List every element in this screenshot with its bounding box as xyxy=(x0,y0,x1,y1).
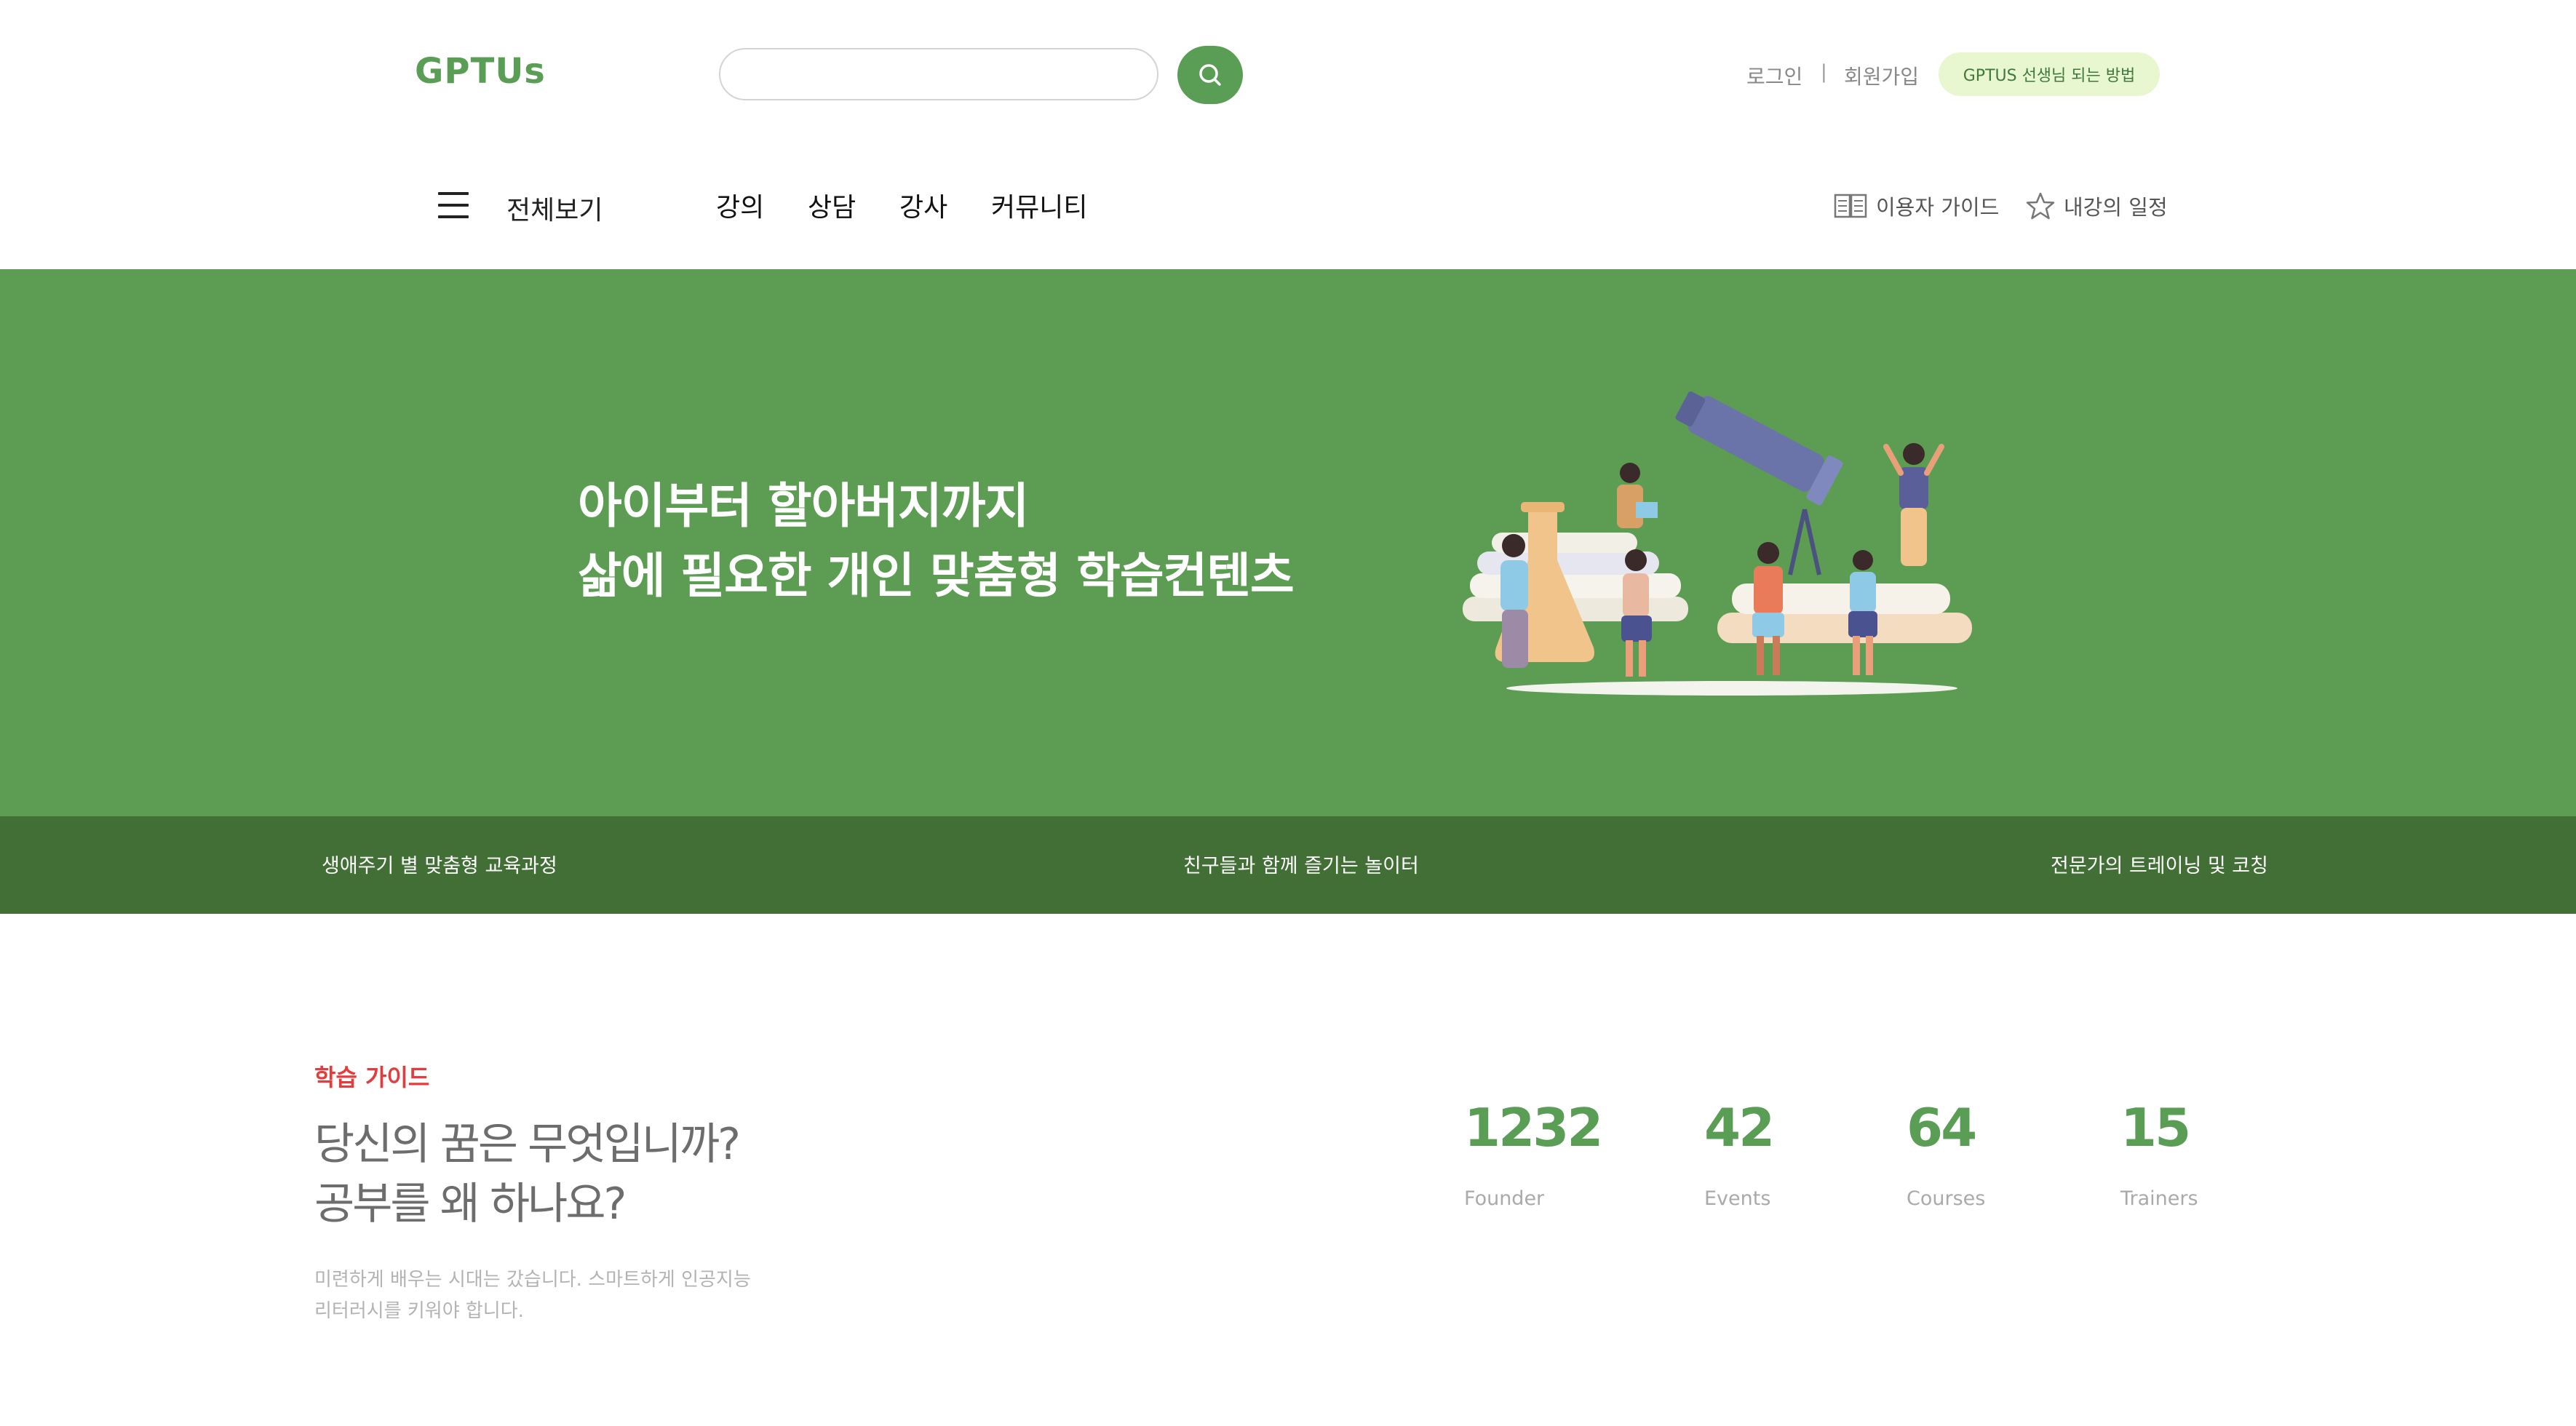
become-teacher-button[interactable]: GPTUS 선생님 되는 방법 xyxy=(1939,52,2160,96)
stat-courses-label: Courses xyxy=(1907,1187,1986,1210)
hero-title: 아이부터 할아버지까지 삶에 필요한 개인 맞춤형 학습컨텐츠 xyxy=(578,471,1295,611)
all-view-menu[interactable]: 전체보기 xyxy=(506,189,603,227)
stat-trainers-label: Trainers xyxy=(2120,1187,2198,1210)
hero-title-line-1: 아이부터 할아버지까지 xyxy=(578,478,1029,534)
hero-title-line-2: 삶에 필요한 개인 맞춤형 학습컨텐츠 xyxy=(578,548,1295,604)
star-icon xyxy=(2026,192,2055,220)
nav-item-lectures[interactable]: 강의 xyxy=(716,186,764,224)
search-icon xyxy=(1199,64,1221,86)
headline-line-2: 공부를 왜 하나요? xyxy=(314,1179,627,1230)
user-guide-label: 이용자 가이드 xyxy=(1876,195,2000,220)
description-line-1: 미련하게 배우는 시대는 갔습니다. 스마트하게 인공지능 xyxy=(314,1269,751,1291)
hero-illustration xyxy=(1463,391,1972,696)
my-schedule-link[interactable]: 내강의 일정 xyxy=(2026,191,2168,221)
hamburger-menu-icon[interactable] xyxy=(438,192,469,218)
stat-events-value: 42 xyxy=(1704,1097,1775,1158)
band-item-lifecycle-courses[interactable]: 생애주기 별 맞춤형 교육과정 xyxy=(322,850,557,878)
nav-item-community[interactable]: 커뮤니티 xyxy=(991,186,1087,224)
signup-link[interactable]: 회원가입 xyxy=(1844,61,1919,90)
section-headline: 당신의 꿈은 무엇입니까? 공부를 왜 하나요? xyxy=(314,1115,741,1234)
stat-events-label: Events xyxy=(1704,1187,1771,1210)
section-description: 미련하게 배우는 시대는 갔습니다. 스마트하게 인공지능 리터러시를 키워야 … xyxy=(314,1264,751,1327)
book-icon xyxy=(1834,194,1867,218)
user-guide-link[interactable]: 이용자 가이드 xyxy=(1834,191,1999,221)
headline-line-1: 당신의 꿈은 무엇입니까? xyxy=(314,1119,741,1170)
stat-founder-value: 1232 xyxy=(1464,1097,1603,1158)
stat-courses-value: 64 xyxy=(1907,1097,1977,1158)
stat-trainers-value: 15 xyxy=(2120,1097,2191,1158)
my-schedule-label: 내강의 일정 xyxy=(2064,195,2168,220)
login-link[interactable]: 로그인 xyxy=(1746,61,1802,90)
stat-founder-label: Founder xyxy=(1464,1187,1545,1210)
nav-item-instructors[interactable]: 강사 xyxy=(899,186,947,224)
login-signup-separator: | xyxy=(1821,61,1827,83)
site-logo[interactable]: GPTUs xyxy=(415,51,546,92)
search-input[interactable] xyxy=(719,48,1158,100)
description-line-2: 리터러시를 키워야 합니다. xyxy=(314,1300,524,1322)
nav-item-counseling[interactable]: 상담 xyxy=(808,186,856,224)
section-kicker: 학습 가이드 xyxy=(314,1064,430,1091)
band-item-expert-coaching[interactable]: 전문가의 트레이닝 및 코칭 xyxy=(2051,850,2268,878)
band-item-playground[interactable]: 친구들과 함께 즐기는 놀이터 xyxy=(1183,850,1419,878)
search-button[interactable] xyxy=(1177,46,1243,104)
